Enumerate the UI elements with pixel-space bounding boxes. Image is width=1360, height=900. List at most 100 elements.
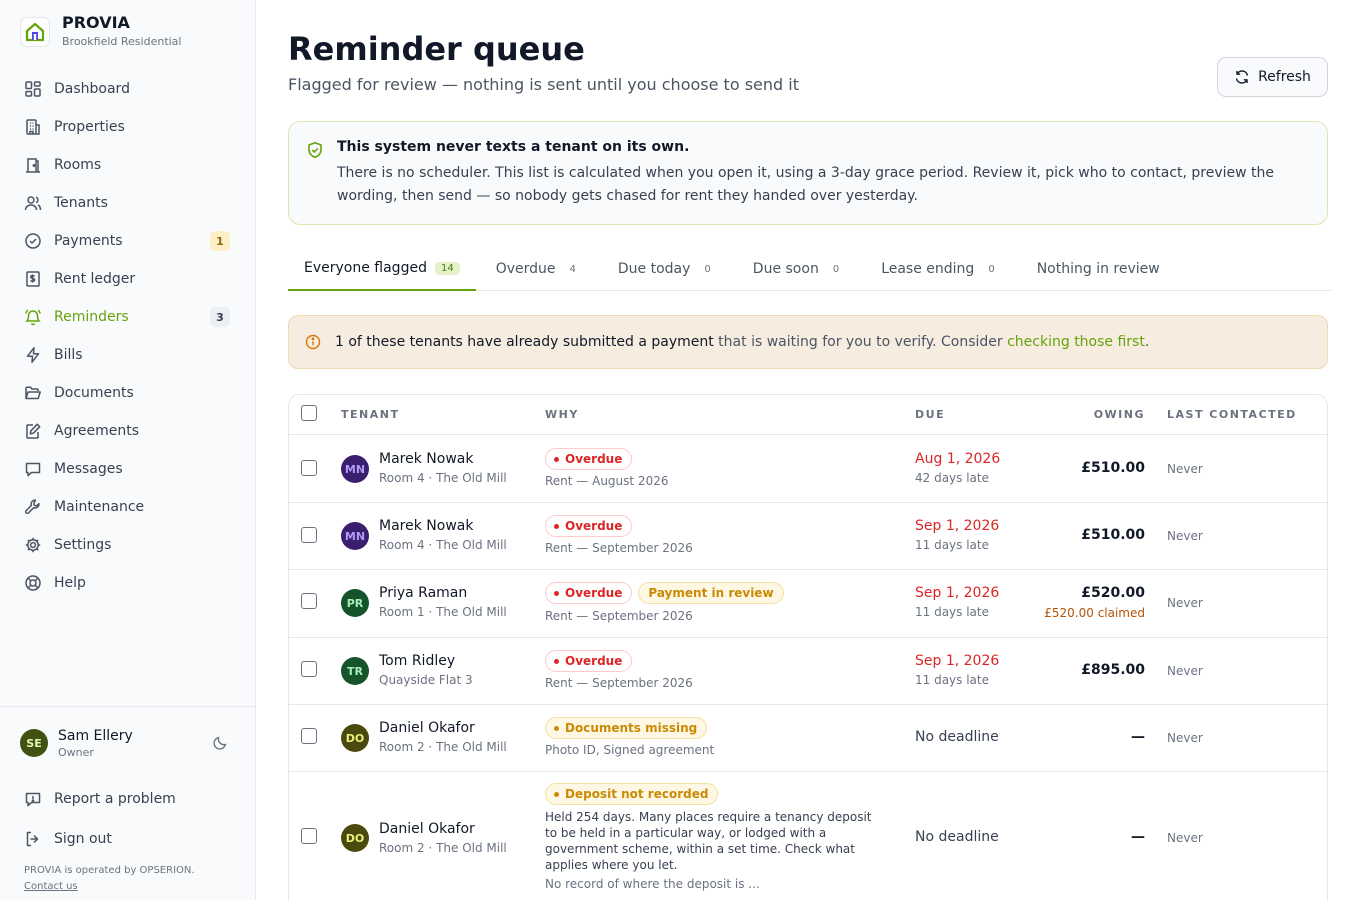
moon-icon[interactable]: [210, 733, 230, 753]
contact-us-link[interactable]: Contact us: [24, 881, 78, 892]
tab-label: Due today: [617, 261, 691, 277]
sidebar-item-rent-ledger[interactable]: Rent ledger: [12, 260, 244, 298]
tab-lease-ending[interactable]: Lease ending 0: [865, 247, 1017, 291]
refresh-button[interactable]: Refresh: [1217, 57, 1328, 97]
ledger-icon: [24, 270, 42, 288]
last-contacted: Never: [1167, 462, 1203, 476]
days-late: 11 days late: [915, 605, 989, 619]
sidebar-item-agreements[interactable]: Agreements: [12, 412, 244, 450]
refresh-label: Refresh: [1258, 69, 1311, 85]
sidebar-item-documents[interactable]: Documents: [12, 374, 244, 412]
table-row[interactable]: DO Daniel Okafor Room 2 · The Old Mill D…: [289, 705, 1327, 772]
folder-icon: [24, 384, 42, 402]
tenant-location: Room 1 · The Old Mill: [379, 605, 507, 619]
row-checkbox[interactable]: [301, 527, 317, 543]
row-checkbox[interactable]: [301, 593, 317, 609]
tab-due-soon[interactable]: Due soon 0: [737, 247, 861, 291]
info-body: There is no scheduler. This list is calc…: [337, 165, 1275, 204]
table-header: TENANT WHY DUE OWING LAST CONTACTED: [289, 395, 1327, 435]
table-row[interactable]: MN Marek Nowak Room 4 · The Old Mill Ove…: [289, 436, 1327, 503]
avatar: MN: [341, 455, 369, 483]
sidebar-item-bills[interactable]: Bills: [12, 336, 244, 374]
sidebar: PROVIA Brookfield Residential Dashboard …: [0, 0, 256, 900]
avatar: DO: [341, 824, 369, 852]
due-date: Aug 1, 2026: [915, 451, 1001, 467]
owing-amount: £510.00: [1081, 460, 1145, 476]
tenant-location: Room 4 · The Old Mill: [379, 538, 507, 552]
user-role: Owner: [58, 745, 94, 759]
table-row[interactable]: DO Daniel Okafor Room 2 · The Old Mill D…: [289, 772, 1327, 900]
status-badge-deposit-not-recorded: Deposit not recorded: [545, 783, 719, 805]
select-all-checkbox[interactable]: [301, 405, 317, 421]
refresh-icon: [1234, 69, 1250, 85]
tab-count: 0: [988, 263, 995, 275]
notice-strong: 1 of these tenants have already submitte…: [335, 334, 714, 350]
brand[interactable]: PROVIA Brookfield Residential: [20, 14, 181, 48]
filter-tabs: Everyone flagged 14 Overdue 4 Due today 0 D…: [288, 247, 1332, 291]
tab-everyone-flagged[interactable]: Everyone flagged 14: [288, 247, 476, 291]
owing-amount: £520.00: [1081, 585, 1145, 601]
tab-count: 0: [832, 263, 840, 275]
tab-count: 0: [704, 263, 711, 275]
tenant-name: Marek Nowak: [379, 451, 474, 467]
sign-out-link[interactable]: Sign out: [12, 819, 244, 859]
sidebar-item-properties[interactable]: Properties: [12, 108, 244, 146]
shield-check-icon: [306, 141, 324, 159]
user-name: Sam Ellery: [58, 727, 133, 744]
tab-label: Due soon: [752, 261, 819, 277]
tenant-name: Priya Raman: [379, 585, 468, 601]
tenant-name: Marek Nowak: [379, 518, 474, 534]
tab-due-today[interactable]: Due today 0: [602, 247, 733, 291]
tenant-location: Room 2 · The Old Mill: [379, 841, 507, 855]
tenant-name: Daniel Okafor: [379, 720, 475, 736]
row-checkbox[interactable]: [301, 828, 317, 844]
row-checkbox[interactable]: [301, 460, 317, 476]
sidebar-item-label: Help: [54, 575, 86, 591]
sidebar-item-help[interactable]: Help: [12, 564, 244, 602]
bolt-icon: [24, 346, 42, 364]
sidebar-item-payments[interactable]: Payments 1: [12, 222, 244, 260]
report-problem-link[interactable]: Report a problem: [12, 779, 244, 819]
header-tenant: TENANT: [341, 408, 400, 421]
sidebar-item-tenants[interactable]: Tenants: [12, 184, 244, 222]
payment-review-notice: 1 of these tenants have already submitte…: [288, 315, 1328, 369]
table-row[interactable]: MN Marek Nowak Room 4 · The Old Mill Ove…: [289, 503, 1327, 570]
claimed-amount: £520.00 claimed: [1044, 606, 1145, 620]
due-date: No deadline: [915, 829, 999, 845]
sidebar-item-maintenance[interactable]: Maintenance: [12, 488, 244, 526]
sidebar-item-reminders[interactable]: Reminders 3: [12, 298, 244, 336]
checking-those-first-link[interactable]: checking those first: [1007, 334, 1145, 350]
sidebar-item-messages[interactable]: Messages: [12, 450, 244, 488]
row-checkbox[interactable]: [301, 728, 317, 744]
user-profile[interactable]: SE Sam Ellery Owner: [12, 707, 244, 779]
why-detail: Rent — September 2026: [545, 541, 693, 555]
tab-count: 14: [434, 261, 460, 275]
why-detail: No record of where the deposit is ...: [545, 877, 760, 891]
sidebar-item-dashboard[interactable]: Dashboard: [12, 70, 244, 108]
sidebar-item-settings[interactable]: Settings: [12, 526, 244, 564]
report-icon: [24, 790, 42, 808]
brand-subtitle: Brookfield Residential: [62, 35, 182, 48]
why-detail: Rent — September 2026: [545, 609, 693, 623]
tab-label: Nothing in review: [1036, 261, 1160, 277]
due-date: No deadline: [915, 729, 999, 745]
sidebar-item-label: Reminders: [54, 309, 129, 325]
tab-nothing-in-review[interactable]: Nothing in review: [1021, 247, 1176, 291]
tenant-location: Quayside Flat 3: [379, 673, 473, 687]
row-checkbox[interactable]: [301, 661, 317, 677]
header-owing: OWING: [1093, 408, 1145, 421]
sidebar-item-label: Tenants: [54, 195, 108, 211]
tenant-location: Room 4 · The Old Mill: [379, 471, 507, 485]
sidebar-nav: Dashboard Properties Rooms Tenants Payme…: [12, 70, 244, 602]
tab-overdue[interactable]: Overdue 4: [480, 247, 598, 291]
tab-count: 4: [569, 263, 576, 275]
why-detail: Rent — August 2026: [545, 474, 669, 488]
table-row[interactable]: TR Tom Ridley Quayside Flat 3 Overdue Re…: [289, 638, 1327, 705]
table-row[interactable]: PR Priya Raman Room 1 · The Old Mill Ove…: [289, 570, 1327, 638]
due-date: Sep 1, 2026: [915, 585, 1000, 601]
last-contacted: Never: [1167, 831, 1203, 845]
sidebar-item-rooms[interactable]: Rooms: [12, 146, 244, 184]
sign-out-label: Sign out: [54, 831, 112, 847]
sidebar-item-label: Bills: [54, 347, 83, 363]
sidebar-item-label: Payments: [54, 233, 123, 249]
